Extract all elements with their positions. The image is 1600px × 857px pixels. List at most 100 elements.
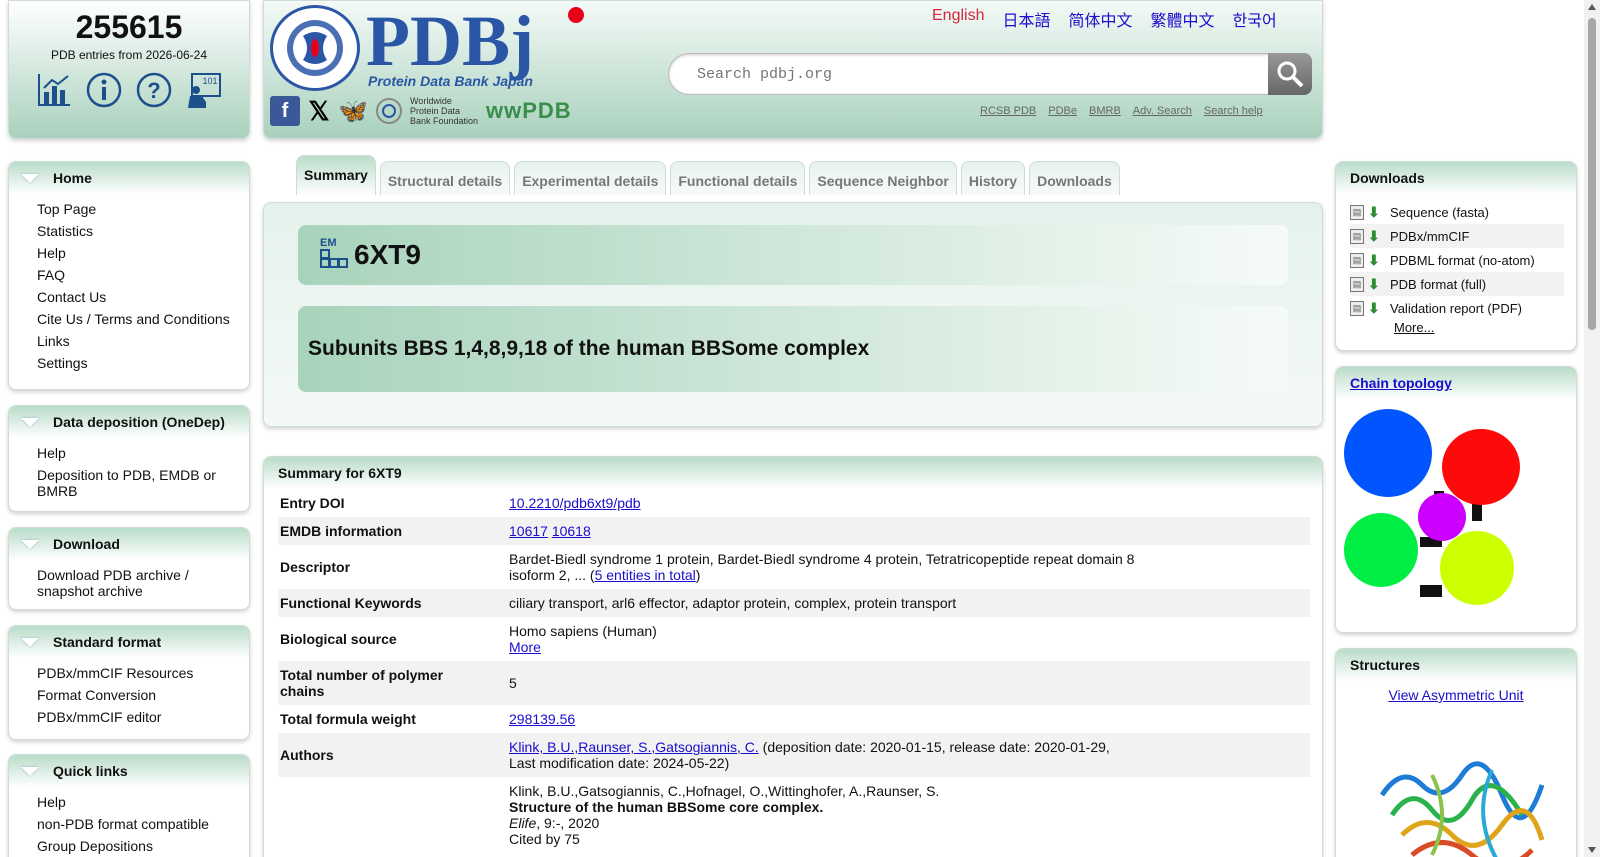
sidebar-item-faq[interactable]: FAQ <box>37 264 249 286</box>
file-preview-icon[interactable]: ▤ <box>1350 252 1364 268</box>
scroll-up-arrow-icon[interactable] <box>1588 4 1596 10</box>
topology-node-green[interactable] <box>1344 513 1418 587</box>
topology-node-red[interactable] <box>1442 429 1520 505</box>
sidebar-link[interactable]: PDBx/mmCIF editor <box>37 709 161 725</box>
file-preview-icon[interactable]: ▤ <box>1350 228 1364 244</box>
download-label[interactable]: PDBML format (no-atom) <box>1390 253 1535 268</box>
topology-node-yellow[interactable] <box>1440 531 1514 605</box>
tab-downloads[interactable]: Downloads <box>1029 161 1120 195</box>
download-item[interactable]: ▤ ⬇ Validation report (PDF) <box>1350 296 1564 320</box>
download-item[interactable]: ▤ ⬇ Sequence (fasta) <box>1350 200 1564 224</box>
sidebar-section-header[interactable]: Data deposition (OneDep) <box>9 406 249 438</box>
sidebar-section-header[interactable]: Quick links <box>9 755 249 787</box>
chain-topology-diagram[interactable] <box>1344 409 1564 614</box>
tab-functional-details[interactable]: Functional details <box>670 161 806 195</box>
tab-summary[interactable]: Summary <box>296 155 376 195</box>
sidebar-section-header[interactable]: Download <box>9 528 249 560</box>
x-twitter-icon[interactable]: 𝕏 <box>304 96 334 126</box>
sidebar-item-download-archive[interactable]: Download PDB archive / snapshot archive <box>37 564 249 602</box>
sidebar-link[interactable]: Group Depositions <box>37 838 153 854</box>
page-scrollbar[interactable] <box>1584 0 1600 857</box>
sidebar-item-statistics[interactable]: Statistics <box>37 220 249 242</box>
sidebar-item-cite-us[interactable]: Cite Us / Terms and Conditions <box>37 308 249 330</box>
search-help-link[interactable]: Search help <box>1204 105 1263 117</box>
sidebar-item-format-conversion[interactable]: Format Conversion <box>37 684 249 706</box>
wwpdb-foundation-logo-icon[interactable] <box>372 96 406 126</box>
scrollbar-thumb[interactable] <box>1588 18 1596 330</box>
sidebar-link[interactable]: Help <box>37 794 66 810</box>
search-input[interactable] <box>697 54 1257 94</box>
rcsb-pdb-link[interactable]: RCSB PDB <box>980 105 1036 117</box>
sidebar-item-links[interactable]: Links <box>37 330 249 352</box>
sidebar-link[interactable]: Top Page <box>37 201 96 217</box>
tab-history[interactable]: History <box>960 161 1026 195</box>
doi-link[interactable]: 10.2210/pdb6xt9/pdb <box>509 495 641 511</box>
sidebar-section-header[interactable]: Standard format <box>9 626 249 658</box>
chain-topology-link[interactable]: Chain topology <box>1350 375 1452 391</box>
help-icon[interactable]: ? <box>136 72 172 108</box>
facebook-icon[interactable]: f <box>270 96 300 126</box>
topology-node-blue[interactable] <box>1344 409 1432 497</box>
sidebar-link[interactable]: non-PDB format compatible <box>37 816 209 832</box>
sidebar-link[interactable]: Deposition to PDB, EMDB or BMRB <box>37 467 216 499</box>
sidebar-item-pdbx-editor[interactable]: PDBx/mmCIF editor <box>37 706 249 728</box>
topology-node-purple[interactable] <box>1418 493 1466 541</box>
download-arrow-icon[interactable]: ⬇ <box>1368 276 1382 292</box>
sidebar-link[interactable]: FAQ <box>37 267 65 283</box>
wwpdb-logo[interactable]: wwPDB <box>486 98 572 124</box>
sidebar-item-deposition[interactable]: Deposition to PDB, EMDB or BMRB <box>37 464 249 502</box>
tab-sequence-neighbor[interactable]: Sequence Neighbor <box>809 161 957 195</box>
bluesky-icon[interactable]: 🦋 <box>338 96 368 126</box>
view-asymmetric-unit-link[interactable]: View Asymmetric Unit <box>1336 687 1576 703</box>
sidebar-link[interactable]: Help <box>37 245 66 261</box>
wwpdb-foundation-label[interactable]: Worldwide Protein Data Bank Foundation <box>410 96 482 126</box>
downloads-more-link[interactable]: More... <box>1394 320 1576 335</box>
download-item[interactable]: ▤ ⬇ PDBx/mmCIF <box>1350 224 1564 248</box>
sidebar-item-settings[interactable]: Settings <box>37 352 249 374</box>
sidebar-item-top-page[interactable]: Top Page <box>37 198 249 220</box>
sidebar-item-non-pdb[interactable]: non-PDB format compatible <box>37 813 249 835</box>
collapse-triangle-icon[interactable] <box>21 539 39 549</box>
info-icon[interactable] <box>86 72 122 108</box>
emdb-link-10617[interactable]: 10617 <box>509 523 548 539</box>
sidebar-item-pdbx-resources[interactable]: PDBx/mmCIF Resources <box>37 662 249 684</box>
lang-english[interactable]: English <box>932 7 984 31</box>
lang-korean[interactable]: 한국어 <box>1233 7 1277 31</box>
download-label[interactable]: PDB format (full) <box>1390 277 1486 292</box>
download-label[interactable]: Validation report (PDF) <box>1390 301 1522 316</box>
structure-thumbnail[interactable] <box>1372 755 1552 857</box>
sidebar-link[interactable]: PDBx/mmCIF Resources <box>37 665 193 681</box>
emdb-link-10618[interactable]: 10618 <box>552 523 591 539</box>
sidebar-item-contact[interactable]: Contact Us <box>37 286 249 308</box>
collapse-triangle-icon[interactable] <box>21 637 39 647</box>
statistics-chart-icon[interactable] <box>36 72 72 108</box>
tab-structural-details[interactable]: Structural details <box>379 161 511 195</box>
sidebar-link[interactable]: Links <box>37 333 70 349</box>
lang-simplified-chinese[interactable]: 简体中文 <box>1069 7 1133 31</box>
download-label[interactable]: Sequence (fasta) <box>1390 205 1489 220</box>
sidebar-link[interactable]: Download PDB archive / snapshot archive <box>37 567 189 599</box>
lang-japanese[interactable]: 日本語 <box>1002 7 1050 31</box>
sidebar-item-quick-help[interactable]: Help <box>37 791 249 813</box>
download-arrow-icon[interactable]: ⬇ <box>1368 252 1382 268</box>
download-item[interactable]: ▤ ⬇ PDB format (full) <box>1350 272 1564 296</box>
sidebar-item-group-depositions[interactable]: Group Depositions <box>37 835 249 857</box>
sidebar-link[interactable]: Cite Us / Terms and Conditions <box>37 311 230 327</box>
sidebar-link[interactable]: Format Conversion <box>37 687 156 703</box>
entities-link[interactable]: 5 entities in total <box>595 567 696 583</box>
download-arrow-icon[interactable]: ⬇ <box>1368 228 1382 244</box>
search-button[interactable] <box>1268 53 1312 95</box>
sidebar-link[interactable]: Statistics <box>37 223 93 239</box>
download-item[interactable]: ▤ ⬇ PDBML format (no-atom) <box>1350 248 1564 272</box>
file-preview-icon[interactable]: ▤ <box>1350 300 1364 316</box>
sidebar-section-header[interactable]: Home <box>9 162 249 194</box>
collapse-triangle-icon[interactable] <box>21 173 39 183</box>
sidebar-item-help[interactable]: Help <box>37 242 249 264</box>
pdbj-seal-logo[interactable] <box>270 5 360 91</box>
collapse-triangle-icon[interactable] <box>21 417 39 427</box>
file-preview-icon[interactable]: ▤ <box>1350 276 1364 292</box>
authors-link[interactable]: Klink, B.U.,Raunser, S.,Gatsogiannis, C. <box>509 739 759 755</box>
tab-experimental-details[interactable]: Experimental details <box>514 161 667 195</box>
file-preview-icon[interactable]: ▤ <box>1350 204 1364 220</box>
formula-weight-link[interactable]: 298139.56 <box>509 711 575 727</box>
